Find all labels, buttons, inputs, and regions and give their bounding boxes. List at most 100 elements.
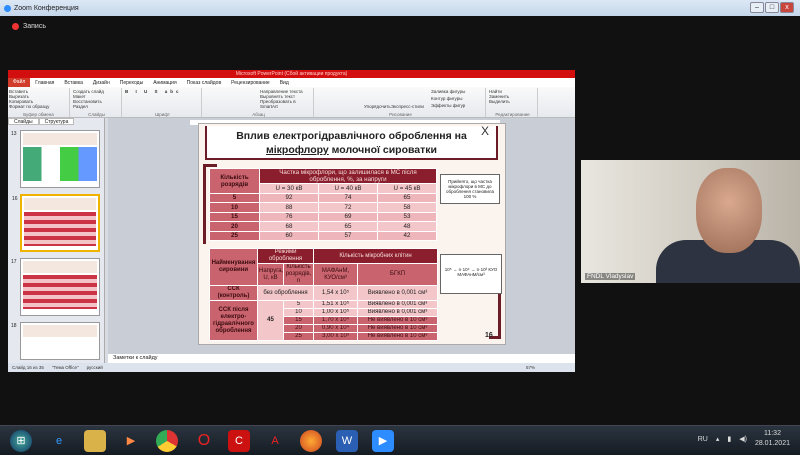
quick-styles-button[interactable]: Экспресс-стили [391, 104, 424, 109]
menu-slideshow[interactable]: Показ слайдов [182, 80, 226, 86]
volume-icon[interactable]: ◀) [739, 435, 747, 443]
font-controls[interactable]: B I U S abc [125, 89, 200, 94]
group-label: Шрифт [155, 112, 170, 117]
table-cell: 88 [259, 202, 319, 213]
arrange-button[interactable]: Упорядочить [364, 104, 391, 109]
zoom-icon[interactable]: ▶ [372, 430, 394, 452]
taskbar: ⊞ e ▶ O C A W ▶ RU ▴ ▮ ◀) 11:32 28.01.202… [0, 425, 800, 455]
slide-thumbnail[interactable]: 18 [11, 322, 100, 360]
slide-title[interactable]: Вплив електрогідравлічного оброблення на… [205, 126, 498, 160]
opera-icon[interactable]: O [193, 430, 215, 452]
status-bar: Слайд 16 из 35 "Тема Office" русский 57% [8, 363, 575, 372]
table-cell: 5 [209, 192, 260, 203]
slide-thumbnail[interactable]: 13 [11, 130, 100, 188]
slide-thumbnail[interactable]: 17 [11, 258, 100, 316]
group-label: Абзац [252, 112, 265, 117]
table-header-row: Кількість розрядів Частка мікрофлори, що … [209, 168, 437, 194]
window-title: Zoom Конференция [14, 4, 79, 12]
firefox-icon[interactable] [300, 430, 322, 452]
table-cell: Не виявлено в 10 см³ [357, 324, 439, 333]
table-cell: 0,90 x 10⁴ [313, 324, 359, 333]
th: U = 40 кВ [317, 183, 378, 194]
page-number: 16 [485, 332, 493, 339]
slide-thumbnail-selected[interactable]: 16 [12, 194, 100, 252]
table-cell: 76 [259, 211, 319, 222]
start-button[interactable]: ⊞ [10, 430, 32, 452]
close-button[interactable]: x [780, 2, 794, 13]
zoom-logo-icon [4, 4, 11, 12]
menu-insert[interactable]: Вставка [59, 80, 88, 86]
table-cell: 58 [376, 202, 438, 213]
table-cell: без оброблення [256, 285, 315, 301]
recording-indicator[interactable]: Запись [12, 23, 46, 30]
minimize-button[interactable]: – [750, 2, 764, 13]
group-paragraph: Направление текста Выровнять текст Преоб… [204, 88, 314, 117]
shape-effects-button[interactable]: Эффекты фигур [431, 103, 465, 108]
table-cell: 25 [209, 230, 260, 241]
system-tray: RU ▴ ▮ ◀) 11:32 28.01.2021 [698, 429, 790, 449]
menu-design[interactable]: Дизайн [88, 80, 115, 86]
table-cell: 74 [317, 192, 378, 203]
table-cell: 68 [259, 221, 319, 232]
table-cell: ССК після електро-гідравлічного оброблен… [209, 300, 258, 341]
table-cell: 57 [317, 230, 378, 241]
group-clipboard: Вставить Вырезать Копировать Формат по о… [8, 88, 70, 117]
word-icon[interactable]: W [336, 430, 358, 452]
acrobat-icon[interactable]: A [264, 430, 286, 452]
select-button[interactable]: Выделить [489, 99, 536, 104]
table-cell: 20 [282, 324, 315, 333]
smartart-button[interactable]: Преобразовать в SmartArt [260, 99, 312, 109]
close-mark: X [481, 124, 490, 138]
table-cell: 20 [209, 221, 260, 232]
table-cell: БГКП [357, 263, 439, 286]
menu-review[interactable]: Рецензирование [226, 80, 275, 86]
explorer-icon[interactable] [84, 430, 106, 452]
media-player-icon[interactable]: ▶ [120, 430, 142, 452]
participant-video[interactable]: FNDL Vladyslav [581, 160, 800, 283]
table-cell: 10 [282, 308, 315, 317]
group-drawing: Упорядочить Экспресс-стили Заливка фигур… [316, 88, 486, 117]
table-cell: Не виявлено в 10 см³ [357, 332, 439, 341]
theme-name: "Тема Office" [51, 365, 79, 370]
ie-icon[interactable]: e [48, 430, 70, 452]
menu-home[interactable]: Главная [30, 80, 59, 86]
language-indicator[interactable]: RU [698, 436, 708, 443]
language[interactable]: русский [87, 365, 103, 370]
slide-counter: Слайд 16 из 35 [12, 365, 44, 370]
shape-outline-button[interactable]: Контур фигуры [431, 96, 462, 101]
slide[interactable]: Вплив електрогідравлічного оброблення на… [198, 123, 506, 345]
tab-slides[interactable]: Слайды [8, 118, 39, 125]
notes-field[interactable]: Заметки к слайду [108, 354, 575, 363]
table-cell: 1,54 x 10⁵ [313, 285, 359, 301]
record-icon [12, 23, 19, 30]
tab-outline[interactable]: Структура [38, 118, 75, 125]
zoom-level[interactable]: 57% [526, 365, 535, 370]
app-icon[interactable]: C [228, 430, 250, 452]
menu-animation[interactable]: Анимация [148, 80, 181, 86]
section-button[interactable]: Раздел [73, 104, 120, 109]
table-cell: 5 [282, 300, 315, 309]
clock[interactable]: 11:32 28.01.2021 [755, 429, 790, 449]
table-cell: 1,51 x 10⁵ [313, 300, 359, 309]
shape-fill-button[interactable]: Заливка фигуры [431, 89, 465, 94]
chrome-icon[interactable] [156, 430, 178, 452]
menu-view[interactable]: Вид [275, 80, 294, 86]
tray-expand-icon[interactable]: ▴ [716, 435, 720, 443]
note-scroll-1: Прийнято, що частка мікрофлори в МС до о… [440, 174, 500, 204]
thumb-number: 16 [12, 196, 18, 202]
maximize-button[interactable]: □ [765, 2, 779, 13]
table-cell: Не виявлено в 10 см³ [357, 316, 439, 325]
thumb-number: 13 [11, 131, 17, 137]
menu-file[interactable]: Файл [8, 78, 31, 87]
window-titlebar: Zoom Конференция – □ x [0, 0, 800, 16]
th: U = 45 кВ [376, 183, 438, 194]
slides-panel: Слайды Структура 13 16 17 18 [8, 118, 105, 363]
format-painter-button[interactable]: Формат по образцу [9, 104, 68, 109]
table-row: 20 68 65 48 [209, 221, 438, 232]
slide-editor: Вплив електрогідравлічного оброблення на… [108, 118, 575, 354]
network-icon[interactable]: ▮ [727, 435, 731, 443]
title-word-underlined: мікрофлору [265, 144, 329, 156]
menu-transitions[interactable]: Переходы [115, 80, 148, 86]
group-font: B I U S abc Шрифт [124, 88, 202, 117]
table-cell: 69 [317, 211, 378, 222]
